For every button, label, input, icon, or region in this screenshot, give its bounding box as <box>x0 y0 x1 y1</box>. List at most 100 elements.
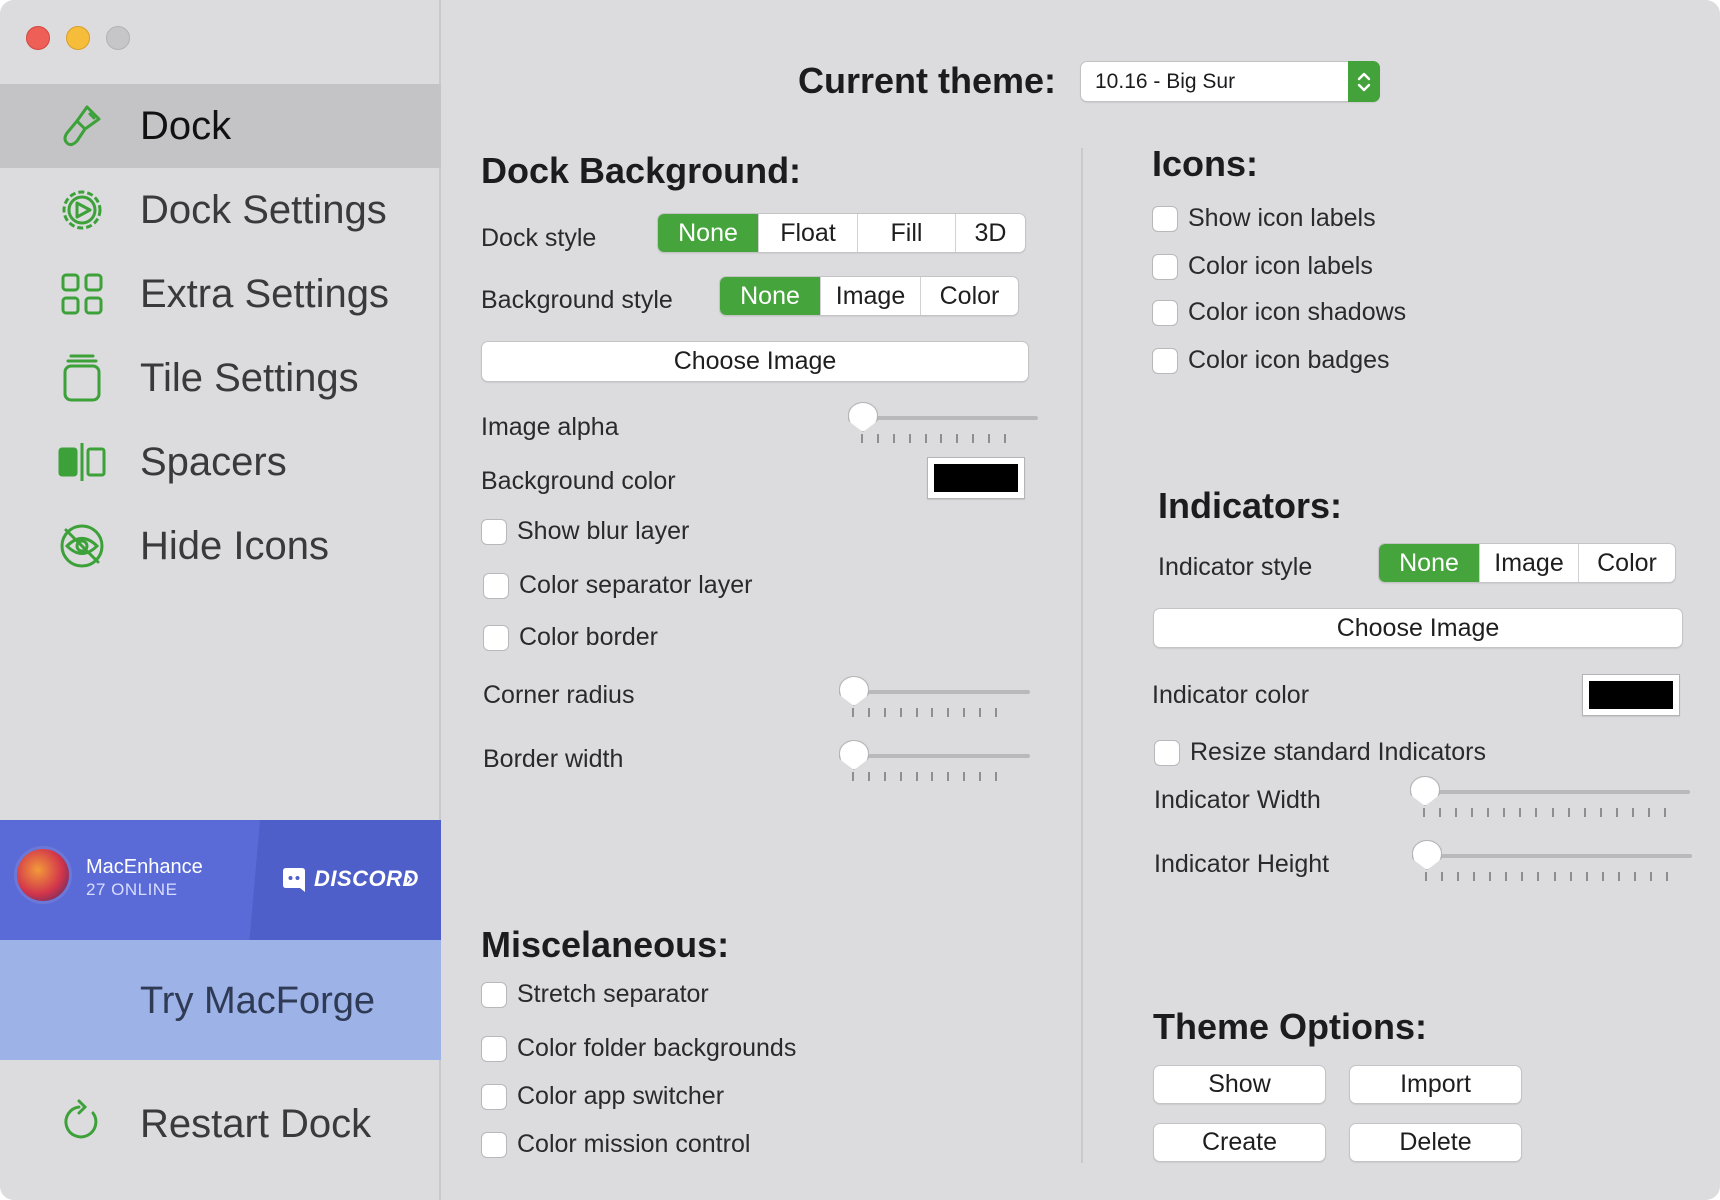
color-border-label: Color border <box>519 623 658 651</box>
slider-knob[interactable] <box>1410 776 1440 806</box>
spacers-icon <box>56 436 108 488</box>
zoom-window-button[interactable] <box>106 26 130 50</box>
create-theme-button[interactable]: Create <box>1153 1123 1326 1162</box>
color-icon-shadows-checkbox[interactable]: Color icon shadows <box>1152 298 1406 327</box>
import-theme-button[interactable]: Import <box>1349 1065 1522 1104</box>
sidebar-item-hide-icons[interactable]: Hide Icons <box>0 504 441 588</box>
sidebar: Dock Dock Settings Extra Settings Tile S… <box>0 0 441 1200</box>
choose-background-image-button[interactable]: Choose Image <box>481 341 1029 382</box>
discord-icon <box>280 866 308 894</box>
delete-theme-button[interactable]: Delete <box>1349 1123 1522 1162</box>
show-icon-labels-label: Show icon labels <box>1188 204 1376 232</box>
indicator-height-slider[interactable] <box>1412 840 1692 884</box>
current-theme-label: Current theme: <box>798 60 1057 101</box>
indicators-heading: Indicators: <box>1158 485 1343 526</box>
dock-style-float[interactable]: Float <box>758 214 857 252</box>
hide-eye-icon <box>56 520 108 572</box>
background-style-label: Background style <box>481 286 673 314</box>
dock-style-label: Dock style <box>481 224 597 252</box>
resize-standard-indicators-label: Resize standard Indicators <box>1190 738 1486 766</box>
sidebar-item-spacers[interactable]: Spacers <box>0 420 441 504</box>
try-macforge-label: Try MacForge <box>140 980 376 1022</box>
indicator-height-label: Indicator Height <box>1154 850 1330 878</box>
column-divider <box>1081 148 1083 1163</box>
indicator-color-label: Indicator color <box>1152 681 1310 709</box>
close-window-button[interactable] <box>26 26 50 50</box>
stretch-separator-checkbox[interactable]: Stretch separator <box>481 980 709 1009</box>
background-style-color[interactable]: Color <box>920 277 1018 315</box>
corner-radius-slider[interactable] <box>839 676 1030 720</box>
color-folder-backgrounds-label: Color folder backgrounds <box>517 1034 797 1062</box>
try-macforge-button[interactable]: Try MacForge <box>0 940 441 1060</box>
stretch-separator-label: Stretch separator <box>517 980 709 1008</box>
dock-style-none[interactable]: None <box>658 214 758 252</box>
theme-options-heading: Theme Options: <box>1153 1006 1428 1047</box>
indicator-style-image[interactable]: Image <box>1479 544 1578 582</box>
restart-icon <box>56 1096 108 1148</box>
indicator-width-label: Indicator Width <box>1154 786 1321 814</box>
background-color-well[interactable] <box>927 457 1025 499</box>
chevron-up-down-icon <box>1348 61 1380 102</box>
color-app-switcher-checkbox[interactable]: Color app switcher <box>481 1082 724 1111</box>
color-mission-control-checkbox[interactable]: Color mission control <box>481 1130 750 1159</box>
main-panel: Current theme: 10.16 - Big Sur Dock Back… <box>443 0 1720 1200</box>
dock-style-fill[interactable]: Fill <box>857 214 955 252</box>
dock-style-3d[interactable]: 3D <box>955 214 1025 252</box>
icons-heading: Icons: <box>1152 143 1259 184</box>
color-icon-badges-label: Color icon badges <box>1188 346 1390 374</box>
resize-standard-indicators-checkbox[interactable]: Resize standard Indicators <box>1154 738 1486 767</box>
indicator-style-label: Indicator style <box>1158 553 1313 581</box>
sidebar-item-tile-settings[interactable]: Tile Settings <box>0 336 441 420</box>
indicator-style-segmented: None Image Color <box>1378 543 1676 583</box>
indicator-style-none[interactable]: None <box>1379 544 1479 582</box>
sidebar-item-label: Dock <box>140 103 232 148</box>
background-style-image[interactable]: Image <box>820 277 920 315</box>
color-icon-badges-checkbox[interactable]: Color icon badges <box>1152 346 1390 375</box>
color-mission-control-label: Color mission control <box>517 1130 751 1158</box>
minimize-window-button[interactable] <box>66 26 90 50</box>
sidebar-item-dock-settings[interactable]: Dock Settings <box>0 168 441 252</box>
background-style-none[interactable]: None <box>720 277 820 315</box>
tile-icon <box>56 352 108 404</box>
show-blur-layer-checkbox[interactable]: Show blur layer <box>481 517 689 546</box>
show-theme-button[interactable]: Show <box>1153 1065 1326 1104</box>
background-color-label: Background color <box>481 467 676 495</box>
discord-online-count: 27 ONLINE <box>86 880 178 899</box>
indicator-width-slider[interactable] <box>1410 776 1690 820</box>
color-app-switcher-label: Color app switcher <box>517 1082 725 1110</box>
border-width-label: Border width <box>483 745 624 773</box>
indicator-style-color[interactable]: Color <box>1578 544 1675 582</box>
chevron-right-icon: › <box>404 862 414 893</box>
color-separator-layer-checkbox[interactable]: Color separator layer <box>483 571 752 600</box>
show-icon-labels-checkbox[interactable]: Show icon labels <box>1152 204 1376 233</box>
slider-knob[interactable] <box>848 402 878 432</box>
sidebar-item-label: Dock Settings <box>140 187 387 232</box>
sidebar-item-label: Spacers <box>140 439 287 484</box>
dock-style-segmented: None Float Fill 3D <box>657 213 1026 253</box>
app-window: Dock Dock Settings Extra Settings Tile S… <box>0 0 1720 1200</box>
restart-dock-button[interactable]: Restart Dock <box>0 1080 441 1164</box>
color-border-checkbox[interactable]: Color border <box>483 623 658 652</box>
color-folder-backgrounds-checkbox[interactable]: Color folder backgrounds <box>481 1034 796 1063</box>
image-alpha-label: Image alpha <box>481 413 619 441</box>
sidebar-item-dock[interactable]: Dock <box>0 84 441 168</box>
color-icon-labels-checkbox[interactable]: Color icon labels <box>1152 252 1373 281</box>
discord-banner[interactable]: MacEnhance 27 ONLINE DISCORD › <box>0 820 441 940</box>
slider-knob[interactable] <box>839 740 869 770</box>
sidebar-item-label: Extra Settings <box>140 271 390 316</box>
theme-select[interactable]: 10.16 - Big Sur <box>1080 61 1380 102</box>
paintbrush-icon <box>56 100 108 152</box>
sidebar-item-extra-settings[interactable]: Extra Settings <box>0 252 441 336</box>
sidebar-item-label: Tile Settings <box>140 355 359 400</box>
border-width-slider[interactable] <box>839 740 1030 784</box>
color-icon-shadows-label: Color icon shadows <box>1188 298 1407 326</box>
theme-select-value: 10.16 - Big Sur <box>1095 70 1236 93</box>
image-alpha-slider[interactable] <box>848 402 1038 446</box>
miscelaneous-heading: Miscelaneous: <box>481 924 730 965</box>
macenhance-logo <box>14 846 72 904</box>
slider-knob[interactable] <box>839 676 869 706</box>
slider-knob[interactable] <box>1412 840 1442 870</box>
choose-indicator-image-button[interactable]: Choose Image <box>1153 608 1683 648</box>
indicator-color-swatch <box>1589 681 1673 709</box>
indicator-color-well[interactable] <box>1582 674 1680 716</box>
